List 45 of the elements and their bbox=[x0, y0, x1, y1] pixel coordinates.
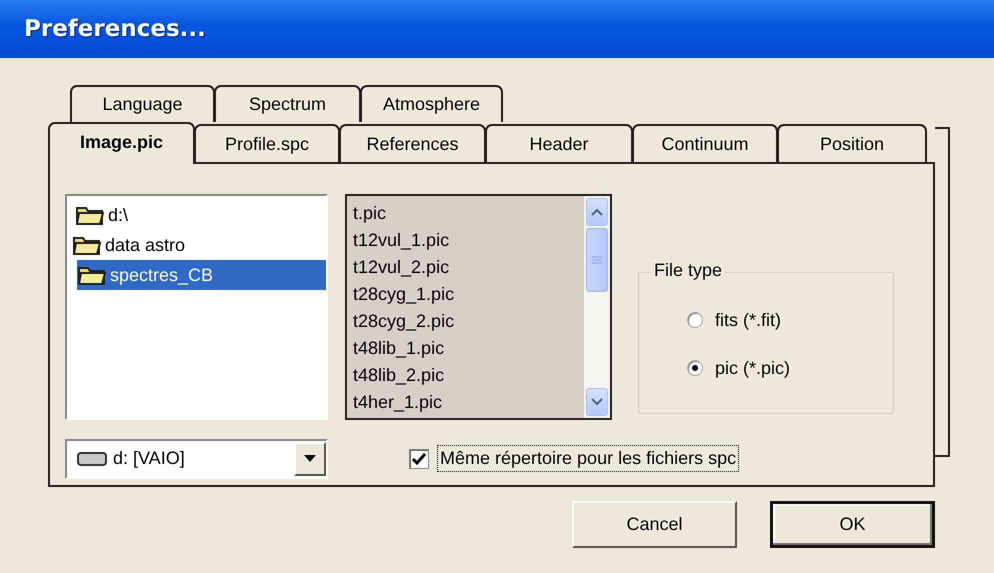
scrollbar[interactable] bbox=[584, 196, 610, 418]
folder-icon bbox=[77, 264, 107, 286]
tab[interactable]: Atmosphere bbox=[360, 85, 503, 122]
tab[interactable]: Continuum bbox=[632, 124, 778, 162]
file-item[interactable]: t28cyg_1.pic bbox=[353, 281, 584, 308]
tab[interactable]: Position bbox=[777, 124, 927, 162]
chevron-down-icon bbox=[591, 398, 603, 406]
tab[interactable]: Profile.spc bbox=[194, 124, 340, 162]
chevron-up-icon bbox=[591, 208, 603, 216]
grip-icon bbox=[592, 256, 602, 264]
tree-item[interactable]: data astro bbox=[72, 230, 326, 260]
file-item[interactable]: t48lib_1.pic bbox=[353, 335, 584, 362]
drive-value: d: [VAIO] bbox=[113, 448, 186, 469]
radio-label[interactable]: pic (*.pic) bbox=[715, 358, 790, 378]
file-item[interactable]: t.pic bbox=[353, 200, 584, 227]
tab[interactable]: Image.pic bbox=[48, 122, 195, 164]
drive-icon bbox=[77, 450, 107, 466]
window-title: Preferences... bbox=[24, 16, 206, 42]
file-item[interactable]: t12vul_1.pic bbox=[353, 227, 584, 254]
tree-item[interactable]: d:\ bbox=[67, 200, 326, 230]
scroll-down-button[interactable] bbox=[586, 388, 608, 416]
tree-item[interactable]: spectres_CB bbox=[77, 260, 326, 290]
tab[interactable]: References bbox=[339, 124, 486, 162]
file-item[interactable]: t12vul_2.pic bbox=[353, 254, 584, 281]
radio-button[interactable] bbox=[687, 312, 703, 328]
group-title: File type bbox=[651, 260, 726, 281]
radio-button[interactable] bbox=[687, 360, 703, 376]
file-item[interactable]: t48lib_2.pic bbox=[353, 362, 584, 389]
folder-icon bbox=[72, 234, 102, 256]
tab[interactable]: Language bbox=[70, 85, 215, 122]
tab[interactable]: Spectrum bbox=[214, 85, 361, 122]
checkbox[interactable] bbox=[409, 448, 429, 468]
file-item[interactable]: t4her_1.pic bbox=[353, 389, 584, 416]
folder-icon bbox=[75, 204, 105, 226]
drive-dropdown[interactable]: d: [VAIO] bbox=[65, 438, 328, 478]
tab[interactable]: Header bbox=[485, 124, 633, 162]
caret-icon bbox=[304, 455, 316, 462]
scroll-up-button[interactable] bbox=[586, 198, 608, 226]
file-item[interactable]: t28cyg_2.pic bbox=[353, 308, 584, 335]
dropdown-button[interactable] bbox=[294, 442, 326, 476]
dialog-button[interactable]: Cancel bbox=[572, 501, 737, 548]
scroll-thumb[interactable] bbox=[586, 228, 608, 292]
dialog-button[interactable]: OK bbox=[770, 501, 935, 548]
radio-label[interactable]: fits (*.fit) bbox=[715, 310, 781, 330]
checkbox-label[interactable]: Même répertoire pour les fichiers spc bbox=[437, 445, 740, 472]
